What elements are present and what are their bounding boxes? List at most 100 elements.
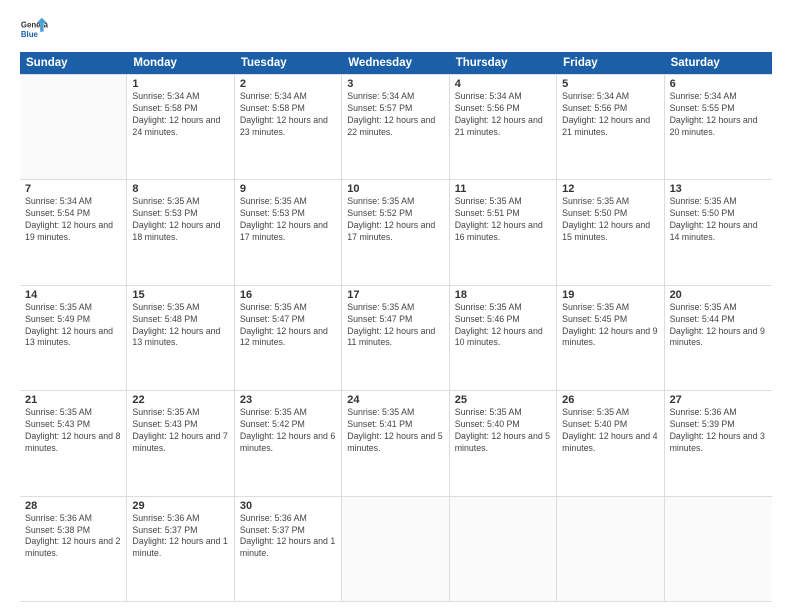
cell-info: Sunrise: 5:34 AMSunset: 5:56 PMDaylight:… [455, 91, 551, 139]
calendar-week-4: 21 Sunrise: 5:35 AMSunset: 5:43 PMDayligh… [20, 391, 772, 496]
cell-info: Sunrise: 5:34 AMSunset: 5:58 PMDaylight:… [240, 91, 336, 139]
calendar-cell [450, 497, 557, 601]
day-number: 21 [25, 394, 121, 406]
day-number: 26 [562, 394, 658, 406]
calendar-cell: 9Sunrise: 5:35 AMSunset: 5:53 PMDaylight… [235, 180, 342, 284]
calendar-cell [20, 75, 127, 179]
cell-info: Sunrise: 5:35 AMSunset: 5:41 PMDaylight:… [347, 407, 443, 455]
day-number: 14 [25, 289, 121, 301]
calendar-cell [665, 497, 772, 601]
calendar-cell: 7Sunrise: 5:34 AMSunset: 5:54 PMDaylight… [20, 180, 127, 284]
day-number: 7 [25, 183, 121, 195]
page: General Blue SundayMondayTuesdayWednesda… [0, 0, 792, 612]
calendar-cell: 20Sunrise: 5:35 AMSunset: 5:44 PMDayligh… [665, 286, 772, 390]
day-number: 25 [455, 394, 551, 406]
calendar-cell: 30Sunrise: 5:36 AMSunset: 5:37 PMDayligh… [235, 497, 342, 601]
calendar-cell: 16Sunrise: 5:35 AMSunset: 5:47 PMDayligh… [235, 286, 342, 390]
cell-info: Sunrise: 5:34 AMSunset: 5:58 PMDaylight:… [132, 91, 228, 139]
day-number: 20 [670, 289, 767, 301]
day-number: 10 [347, 183, 443, 195]
header-day-wednesday: Wednesday [342, 52, 449, 74]
cell-info: Sunrise: 5:36 AMSunset: 5:39 PMDaylight:… [670, 407, 767, 455]
cell-info: Sunrise: 5:35 AMSunset: 5:43 PMDaylight:… [132, 407, 228, 455]
calendar-cell: 24Sunrise: 5:35 AMSunset: 5:41 PMDayligh… [342, 391, 449, 495]
calendar-cell: 28Sunrise: 5:36 AMSunset: 5:38 PMDayligh… [20, 497, 127, 601]
calendar-cell: 12Sunrise: 5:35 AMSunset: 5:50 PMDayligh… [557, 180, 664, 284]
cell-info: Sunrise: 5:35 AMSunset: 5:44 PMDaylight:… [670, 302, 767, 350]
day-number: 9 [240, 183, 336, 195]
calendar-cell: 2Sunrise: 5:34 AMSunset: 5:58 PMDaylight… [235, 75, 342, 179]
calendar-cell: 8Sunrise: 5:35 AMSunset: 5:53 PMDaylight… [127, 180, 234, 284]
calendar-cell: 19Sunrise: 5:35 AMSunset: 5:45 PMDayligh… [557, 286, 664, 390]
calendar-cell: 14Sunrise: 5:35 AMSunset: 5:49 PMDayligh… [20, 286, 127, 390]
calendar-cell: 18Sunrise: 5:35 AMSunset: 5:46 PMDayligh… [450, 286, 557, 390]
day-number: 3 [347, 78, 443, 90]
calendar-cell: 11Sunrise: 5:35 AMSunset: 5:51 PMDayligh… [450, 180, 557, 284]
cell-info: Sunrise: 5:34 AMSunset: 5:54 PMDaylight:… [25, 196, 121, 244]
calendar-cell: 25Sunrise: 5:35 AMSunset: 5:40 PMDayligh… [450, 391, 557, 495]
cell-info: Sunrise: 5:36 AMSunset: 5:37 PMDaylight:… [132, 513, 228, 561]
header-day-saturday: Saturday [665, 52, 772, 74]
logo: General Blue [20, 16, 48, 44]
calendar-week-3: 14Sunrise: 5:35 AMSunset: 5:49 PMDayligh… [20, 286, 772, 391]
cell-info: Sunrise: 5:35 AMSunset: 5:46 PMDaylight:… [455, 302, 551, 350]
day-number: 24 [347, 394, 443, 406]
day-number: 12 [562, 183, 658, 195]
day-number: 8 [132, 183, 228, 195]
cell-info: Sunrise: 5:35 AMSunset: 5:40 PMDaylight:… [455, 407, 551, 455]
day-number: 27 [670, 394, 767, 406]
cell-info: Sunrise: 5:35 AMSunset: 5:52 PMDaylight:… [347, 196, 443, 244]
cell-info: Sunrise: 5:35 AMSunset: 5:47 PMDaylight:… [240, 302, 336, 350]
calendar-cell: 13Sunrise: 5:35 AMSunset: 5:50 PMDayligh… [665, 180, 772, 284]
calendar-cell: 27Sunrise: 5:36 AMSunset: 5:39 PMDayligh… [665, 391, 772, 495]
header-day-sunday: Sunday [20, 52, 127, 74]
day-number: 5 [562, 78, 658, 90]
calendar-cell: 10Sunrise: 5:35 AMSunset: 5:52 PMDayligh… [342, 180, 449, 284]
calendar-cell: 5Sunrise: 5:34 AMSunset: 5:56 PMDaylight… [557, 75, 664, 179]
cell-info: Sunrise: 5:36 AMSunset: 5:37 PMDaylight:… [240, 513, 336, 561]
cell-info: Sunrise: 5:35 AMSunset: 5:42 PMDaylight:… [240, 407, 336, 455]
day-number: 18 [455, 289, 551, 301]
calendar-week-2: 7Sunrise: 5:34 AMSunset: 5:54 PMDaylight… [20, 180, 772, 285]
calendar-header: SundayMondayTuesdayWednesdayThursdayFrid… [20, 52, 772, 74]
calendar-cell: 23Sunrise: 5:35 AMSunset: 5:42 PMDayligh… [235, 391, 342, 495]
cell-info: Sunrise: 5:35 AMSunset: 5:50 PMDaylight:… [670, 196, 767, 244]
cell-info: Sunrise: 5:35 AMSunset: 5:50 PMDaylight:… [562, 196, 658, 244]
calendar-cell: 22Sunrise: 5:35 AMSunset: 5:43 PMDayligh… [127, 391, 234, 495]
calendar-week-1: 1Sunrise: 5:34 AMSunset: 5:58 PMDaylight… [20, 74, 772, 180]
day-number: 6 [670, 78, 767, 90]
day-number: 30 [240, 500, 336, 512]
calendar-cell: 29Sunrise: 5:36 AMSunset: 5:37 PMDayligh… [127, 497, 234, 601]
logo-icon: General Blue [20, 16, 48, 44]
cell-info: Sunrise: 5:35 AMSunset: 5:51 PMDaylight:… [455, 196, 551, 244]
day-number: 13 [670, 183, 767, 195]
cell-info: Sunrise: 5:35 AMSunset: 5:45 PMDaylight:… [562, 302, 658, 350]
calendar-cell [557, 497, 664, 601]
day-number: 1 [132, 78, 228, 90]
calendar-cell [342, 497, 449, 601]
calendar-cell: 15Sunrise: 5:35 AMSunset: 5:48 PMDayligh… [127, 286, 234, 390]
cell-info: Sunrise: 5:34 AMSunset: 5:56 PMDaylight:… [562, 91, 658, 139]
header-day-friday: Friday [557, 52, 664, 74]
calendar-week-5: 28Sunrise: 5:36 AMSunset: 5:38 PMDayligh… [20, 497, 772, 602]
day-number: 15 [132, 289, 228, 301]
day-number: 17 [347, 289, 443, 301]
cell-info: Sunrise: 5:34 AMSunset: 5:55 PMDaylight:… [670, 91, 767, 139]
cell-info: Sunrise: 5:34 AMSunset: 5:57 PMDaylight:… [347, 91, 443, 139]
calendar-cell: 1Sunrise: 5:34 AMSunset: 5:58 PMDaylight… [127, 75, 234, 179]
day-number: 28 [25, 500, 121, 512]
calendar-cell: 26Sunrise: 5:35 AMSunset: 5:40 PMDayligh… [557, 391, 664, 495]
svg-text:Blue: Blue [21, 30, 39, 39]
header-day-thursday: Thursday [450, 52, 557, 74]
header: General Blue [20, 16, 772, 44]
cell-info: Sunrise: 5:35 AMSunset: 5:53 PMDaylight:… [240, 196, 336, 244]
calendar-cell: 3Sunrise: 5:34 AMSunset: 5:57 PMDaylight… [342, 75, 449, 179]
day-number: 22 [132, 394, 228, 406]
cell-info: Sunrise: 5:35 AMSunset: 5:47 PMDaylight:… [347, 302, 443, 350]
calendar-cell: 17Sunrise: 5:35 AMSunset: 5:47 PMDayligh… [342, 286, 449, 390]
calendar-cell: 4Sunrise: 5:34 AMSunset: 5:56 PMDaylight… [450, 75, 557, 179]
day-number: 23 [240, 394, 336, 406]
day-number: 16 [240, 289, 336, 301]
calendar-body: 1Sunrise: 5:34 AMSunset: 5:58 PMDaylight… [20, 74, 772, 602]
header-day-tuesday: Tuesday [235, 52, 342, 74]
